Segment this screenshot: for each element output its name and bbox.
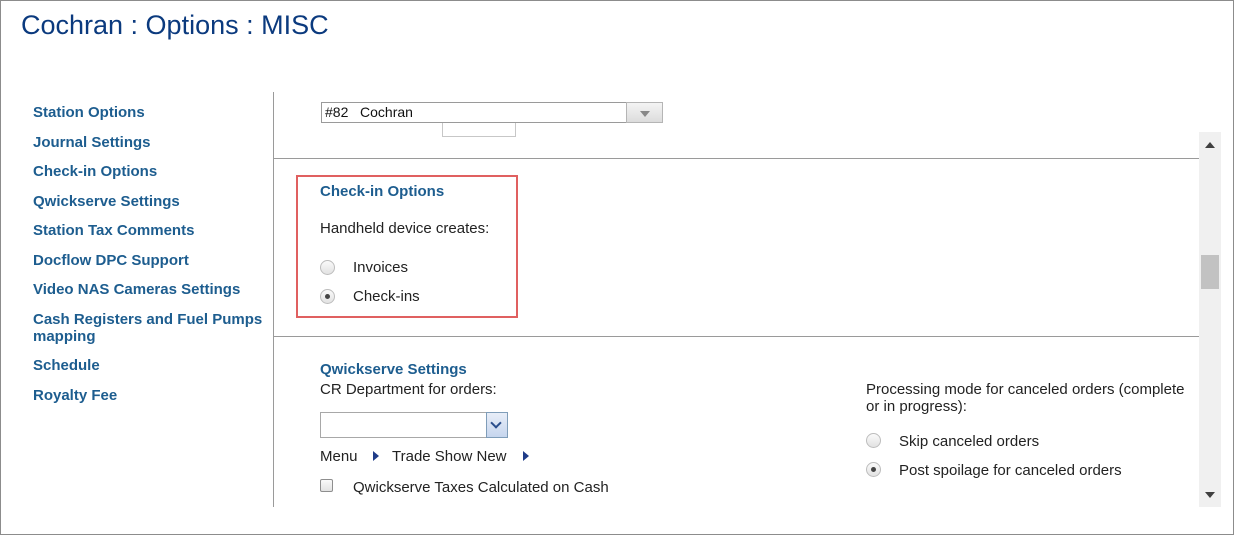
sidebar-item-docflow-dpc-support[interactable]: Docflow DPC Support <box>33 252 263 269</box>
radio-post-spoilage-label: Post spoilage for canceled orders <box>899 462 1122 479</box>
processing-mode-label: Processing mode for canceled orders (com… <box>866 381 1185 415</box>
checkin-section-title: Check-in Options <box>320 183 445 200</box>
section-divider <box>274 336 1199 337</box>
cr-department-select[interactable] <box>320 412 508 438</box>
sidebar-item-royalty-fee[interactable]: Royalty Fee <box>33 387 263 404</box>
page-title: Cochran : Options : MISC <box>21 10 329 40</box>
checkin-prompt: Handheld device creates: <box>320 220 490 237</box>
chevron-down-icon <box>490 417 502 429</box>
menu-value[interactable]: Trade Show New <box>392 448 507 465</box>
qwickserve-taxes-checkbox[interactable] <box>320 479 333 492</box>
radio-skip-canceled[interactable] <box>866 433 881 448</box>
station-select[interactable]: #82 Cochran <box>321 102 663 123</box>
content-scrollbar[interactable] <box>1199 132 1221 507</box>
chevron-down-icon <box>640 111 650 117</box>
station-select-button[interactable] <box>626 102 663 123</box>
radio-skip-canceled-label: Skip canceled orders <box>899 433 1040 450</box>
qwickserve-taxes-label: Qwickserve Taxes Calculated on Cash <box>353 479 609 496</box>
sidebar-item-station-tax-comments[interactable]: Station Tax Comments <box>33 222 263 239</box>
sidebar-item-station-options[interactable]: Station Options <box>33 104 263 121</box>
radio-invoices[interactable] <box>320 260 335 275</box>
scrollbar-thumb[interactable] <box>1201 255 1219 289</box>
sidebar-item-checkin-options[interactable]: Check-in Options <box>33 163 263 180</box>
sidebar-item-cash-registers-mapping[interactable]: Cash Registers and Fuel Pumps mapping <box>33 311 263 345</box>
sidebar-item-journal-settings[interactable]: Journal Settings <box>33 134 263 151</box>
menu-label[interactable]: Menu <box>320 448 358 465</box>
qwickserve-section-title: Qwickserve Settings <box>320 361 467 378</box>
radio-post-spoilage[interactable] <box>866 462 881 477</box>
scroll-up-icon[interactable] <box>1205 142 1215 148</box>
caret-right-icon[interactable] <box>523 451 529 461</box>
sidebar-nav: Station Options Journal Settings Check-i… <box>33 104 263 416</box>
sidebar-item-video-nas-cameras[interactable]: Video NAS Cameras Settings <box>33 281 263 298</box>
radio-checkins-label: Check-ins <box>353 288 420 305</box>
station-select-value: #82 Cochran <box>325 104 413 120</box>
caret-right-icon[interactable] <box>373 451 379 461</box>
sidebar-item-schedule[interactable]: Schedule <box>33 357 263 374</box>
options-content: #82 Cochran Check-in Options Handheld de… <box>274 92 1199 507</box>
radio-invoices-label: Invoices <box>353 259 409 276</box>
radio-checkins[interactable] <box>320 289 335 304</box>
cr-department-dropdown-button[interactable] <box>486 412 508 438</box>
sidebar-item-qwickserve-settings[interactable]: Qwickserve Settings <box>33 193 263 210</box>
section-divider <box>274 158 1199 159</box>
scroll-down-icon[interactable] <box>1205 492 1215 498</box>
cr-department-label: CR Department for orders: <box>320 381 497 398</box>
station-sub-box <box>442 123 516 137</box>
